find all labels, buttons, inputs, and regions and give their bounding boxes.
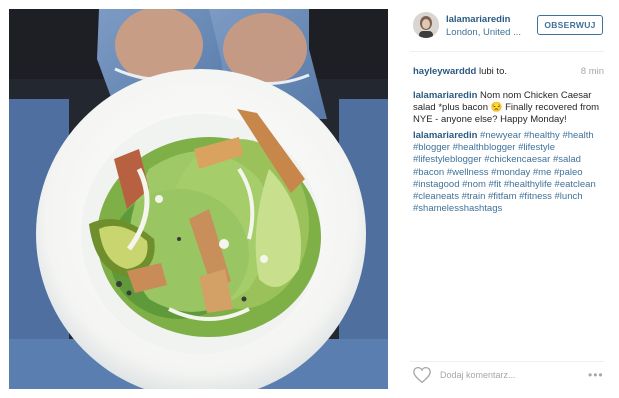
post-header: lalamariaredin London, United ... OBSERW…	[402, 9, 610, 51]
hashtag-comment: lalamariaredin #newyear #healthy #health…	[413, 130, 609, 215]
more-options-icon[interactable]: •••	[588, 368, 604, 382]
author-avatar[interactable]	[413, 12, 439, 38]
caption-username[interactable]: lalamariaredin	[413, 90, 477, 101]
post-details-panel: lalamariaredin London, United ... OBSERW…	[402, 9, 610, 389]
hashtag-list[interactable]: #newyear #healthy #health #blogger #heal…	[413, 130, 596, 214]
liker-username[interactable]: hayleywarddd	[413, 66, 476, 77]
post-photo[interactable]	[9, 9, 388, 389]
hashtag-comment-username[interactable]: lalamariaredin	[413, 130, 477, 141]
avatar-image	[413, 12, 439, 38]
comment-footer: Dodaj komentarz... •••	[402, 362, 610, 389]
heart-icon[interactable]	[412, 366, 432, 384]
salad-photo-illustration	[9, 9, 388, 389]
comment-input[interactable]: Dodaj komentarz...	[440, 370, 516, 380]
author-username[interactable]: lalamariaredin	[446, 14, 510, 25]
post-timestamp[interactable]: 8 min	[581, 66, 604, 77]
post-caption: lalamariaredin Nom nom Chicken Caesar sa…	[413, 90, 605, 127]
likes-row: hayleywarddd lubi to. 8 min	[413, 66, 604, 77]
likes-text: lubi to.	[476, 66, 507, 77]
header-divider	[410, 51, 604, 52]
post-location[interactable]: London, United ...	[446, 27, 521, 38]
follow-button[interactable]: OBSERWUJ	[537, 15, 603, 35]
